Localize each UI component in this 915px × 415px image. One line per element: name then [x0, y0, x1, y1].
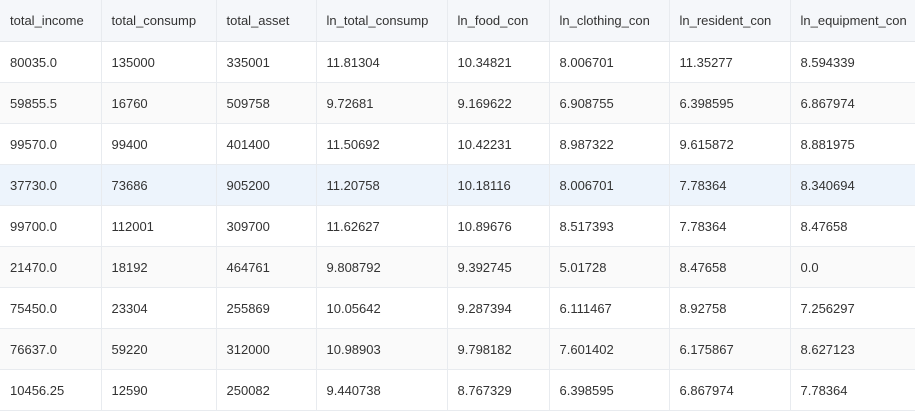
column-header-total-asset[interactable]: total_asset [216, 0, 317, 42]
table-cell-ln-total-consump[interactable]: 11.50692 [316, 123, 448, 165]
table-cell-total-consump[interactable]: 135000 [101, 41, 217, 83]
table-cell-ln-clothing-con[interactable]: 8.006701 [549, 164, 670, 206]
table-cell-total-income[interactable]: 37730.0 [0, 164, 102, 206]
table-cell-ln-clothing-con[interactable]: 7.601402 [549, 328, 670, 370]
table-cell-total-income[interactable]: 21470.0 [0, 246, 102, 288]
table-cell-ln-equipment-con[interactable]: 8.47658 [790, 205, 915, 247]
table-cell-total-asset[interactable]: 309700 [216, 205, 317, 247]
table-cell-ln-total-consump[interactable]: 9.72681 [316, 82, 448, 124]
table-cell-ln-food-con[interactable]: 10.34821 [447, 41, 550, 83]
table-cell-total-asset[interactable]: 464761 [216, 246, 317, 288]
table-cell-total-consump[interactable]: 23304 [101, 287, 217, 329]
column-header-ln-total-consump[interactable]: ln_total_consump [316, 0, 448, 42]
column-header-total-consump[interactable]: total_consump [101, 0, 217, 42]
table-cell-ln-clothing-con[interactable]: 8.987322 [549, 123, 670, 165]
table-cell-ln-clothing-con[interactable]: 8.517393 [549, 205, 670, 247]
table-cell-ln-food-con[interactable]: 10.42231 [447, 123, 550, 165]
table-cell-ln-resident-con[interactable]: 8.92758 [669, 287, 791, 329]
table-cell-ln-total-consump[interactable]: 9.808792 [316, 246, 448, 288]
table-row[interactable]: 21470.0 18192 464761 9.808792 9.392745 5.0172… [0, 246, 915, 288]
table-cell-ln-resident-con[interactable]: 7.78364 [669, 205, 791, 247]
table-cell-ln-equipment-con[interactable]: 8.627123 [790, 328, 915, 370]
column-header-ln-equipment-con[interactable]: ln_equipment_con [790, 0, 915, 42]
table-cell-ln-total-consump[interactable]: 10.05642 [316, 287, 448, 329]
table-cell-total-consump[interactable]: 112001 [101, 205, 217, 247]
table-cell-ln-clothing-con[interactable]: 6.111467 [549, 287, 670, 329]
table-row[interactable]: 76637.0 59220 312000 10.98903 9.798182 7.6014… [0, 328, 915, 370]
header-row: total_income total_consump total_asset l… [0, 0, 915, 42]
column-header-ln-resident-con[interactable]: ln_resident_con [669, 0, 791, 42]
table-cell-total-income[interactable]: 99570.0 [0, 123, 102, 165]
table-cell-ln-equipment-con[interactable]: 6.867974 [790, 82, 915, 124]
table-cell-ln-food-con[interactable]: 10.89676 [447, 205, 550, 247]
table-cell-ln-clothing-con[interactable]: 6.398595 [549, 369, 670, 411]
table-cell-ln-clothing-con[interactable]: 8.006701 [549, 41, 670, 83]
table-row[interactable]: 75450.0 23304 255869 10.05642 9.287394 6.1114… [0, 287, 915, 329]
table-cell-ln-equipment-con[interactable]: 7.256297 [790, 287, 915, 329]
table-cell-ln-resident-con[interactable]: 6.398595 [669, 82, 791, 124]
column-header-total-income[interactable]: total_income [0, 0, 102, 42]
table-cell-ln-food-con[interactable]: 10.18116 [447, 164, 550, 206]
table-row[interactable]: 59855.5 16760 509758 9.72681 9.169622 6.90875… [0, 82, 915, 124]
table-cell-total-asset[interactable]: 905200 [216, 164, 317, 206]
table-cell-ln-food-con[interactable]: 9.287394 [447, 287, 550, 329]
table-body: 80035.0 135000 335001 11.81304 10.34821 8.006… [0, 41, 915, 411]
table-cell-total-consump[interactable]: 16760 [101, 82, 217, 124]
table-cell-ln-total-consump[interactable]: 11.20758 [316, 164, 448, 206]
table-cell-ln-food-con[interactable]: 9.392745 [447, 246, 550, 288]
table-cell-ln-equipment-con[interactable]: 8.340694 [790, 164, 915, 206]
table-cell-ln-clothing-con[interactable]: 6.908755 [549, 82, 670, 124]
table-cell-ln-total-consump[interactable]: 10.98903 [316, 328, 448, 370]
table-cell-total-income[interactable]: 10456.25 [0, 369, 102, 411]
table-cell-total-consump[interactable]: 12590 [101, 369, 217, 411]
table-cell-total-income[interactable]: 76637.0 [0, 328, 102, 370]
table-cell-total-consump[interactable]: 99400 [101, 123, 217, 165]
table-cell-total-income[interactable]: 80035.0 [0, 41, 102, 83]
table-row[interactable]: 37730.0 73686 905200 11.20758 10.18116 8.0067… [0, 164, 915, 206]
table-cell-total-asset[interactable]: 250082 [216, 369, 317, 411]
data-table-container: total_income total_consump total_asset l… [0, 0, 915, 415]
table-row[interactable]: 99700.0 112001 309700 11.62627 10.89676 8.517… [0, 205, 915, 247]
table-cell-ln-resident-con[interactable]: 8.47658 [669, 246, 791, 288]
column-header-ln-food-con[interactable]: ln_food_con [447, 0, 550, 42]
table-cell-ln-resident-con[interactable]: 9.615872 [669, 123, 791, 165]
column-header-ln-clothing-con[interactable]: ln_clothing_con [549, 0, 670, 42]
table-cell-ln-food-con[interactable]: 9.169622 [447, 82, 550, 124]
table-row[interactable]: 80035.0 135000 335001 11.81304 10.34821 8.006… [0, 41, 915, 83]
data-table: total_income total_consump total_asset l… [0, 0, 915, 411]
table-cell-total-income[interactable]: 99700.0 [0, 205, 102, 247]
table-cell-ln-equipment-con[interactable]: 0.0 [790, 246, 915, 288]
table-cell-total-income[interactable]: 59855.5 [0, 82, 102, 124]
table-cell-ln-equipment-con[interactable]: 7.78364 [790, 369, 915, 411]
table-cell-total-asset[interactable]: 255869 [216, 287, 317, 329]
table-cell-ln-food-con[interactable]: 8.767329 [447, 369, 550, 411]
table-cell-ln-resident-con[interactable]: 11.35277 [669, 41, 791, 83]
table-cell-ln-resident-con[interactable]: 7.78364 [669, 164, 791, 206]
table-cell-ln-resident-con[interactable]: 6.175867 [669, 328, 791, 370]
table-cell-ln-total-consump[interactable]: 11.62627 [316, 205, 448, 247]
table-cell-ln-equipment-con[interactable]: 8.881975 [790, 123, 915, 165]
table-cell-total-consump[interactable]: 18192 [101, 246, 217, 288]
table-cell-ln-total-consump[interactable]: 11.81304 [316, 41, 448, 83]
table-row[interactable]: 99570.0 99400 401400 11.50692 10.42231 8.9873… [0, 123, 915, 165]
table-cell-ln-equipment-con[interactable]: 8.594339 [790, 41, 915, 83]
table-cell-total-consump[interactable]: 59220 [101, 328, 217, 370]
table-cell-total-asset[interactable]: 312000 [216, 328, 317, 370]
table-cell-total-asset[interactable]: 401400 [216, 123, 317, 165]
table-cell-total-asset[interactable]: 335001 [216, 41, 317, 83]
table-cell-ln-food-con[interactable]: 9.798182 [447, 328, 550, 370]
table-cell-total-consump[interactable]: 73686 [101, 164, 217, 206]
table-cell-total-income[interactable]: 75450.0 [0, 287, 102, 329]
table-cell-total-asset[interactable]: 509758 [216, 82, 317, 124]
table-cell-ln-total-consump[interactable]: 9.440738 [316, 369, 448, 411]
table-cell-ln-resident-con[interactable]: 6.867974 [669, 369, 791, 411]
table-row[interactable]: 10456.25 12590 250082 9.440738 8.767329 6.398… [0, 369, 915, 411]
table-cell-ln-clothing-con[interactable]: 5.01728 [549, 246, 670, 288]
